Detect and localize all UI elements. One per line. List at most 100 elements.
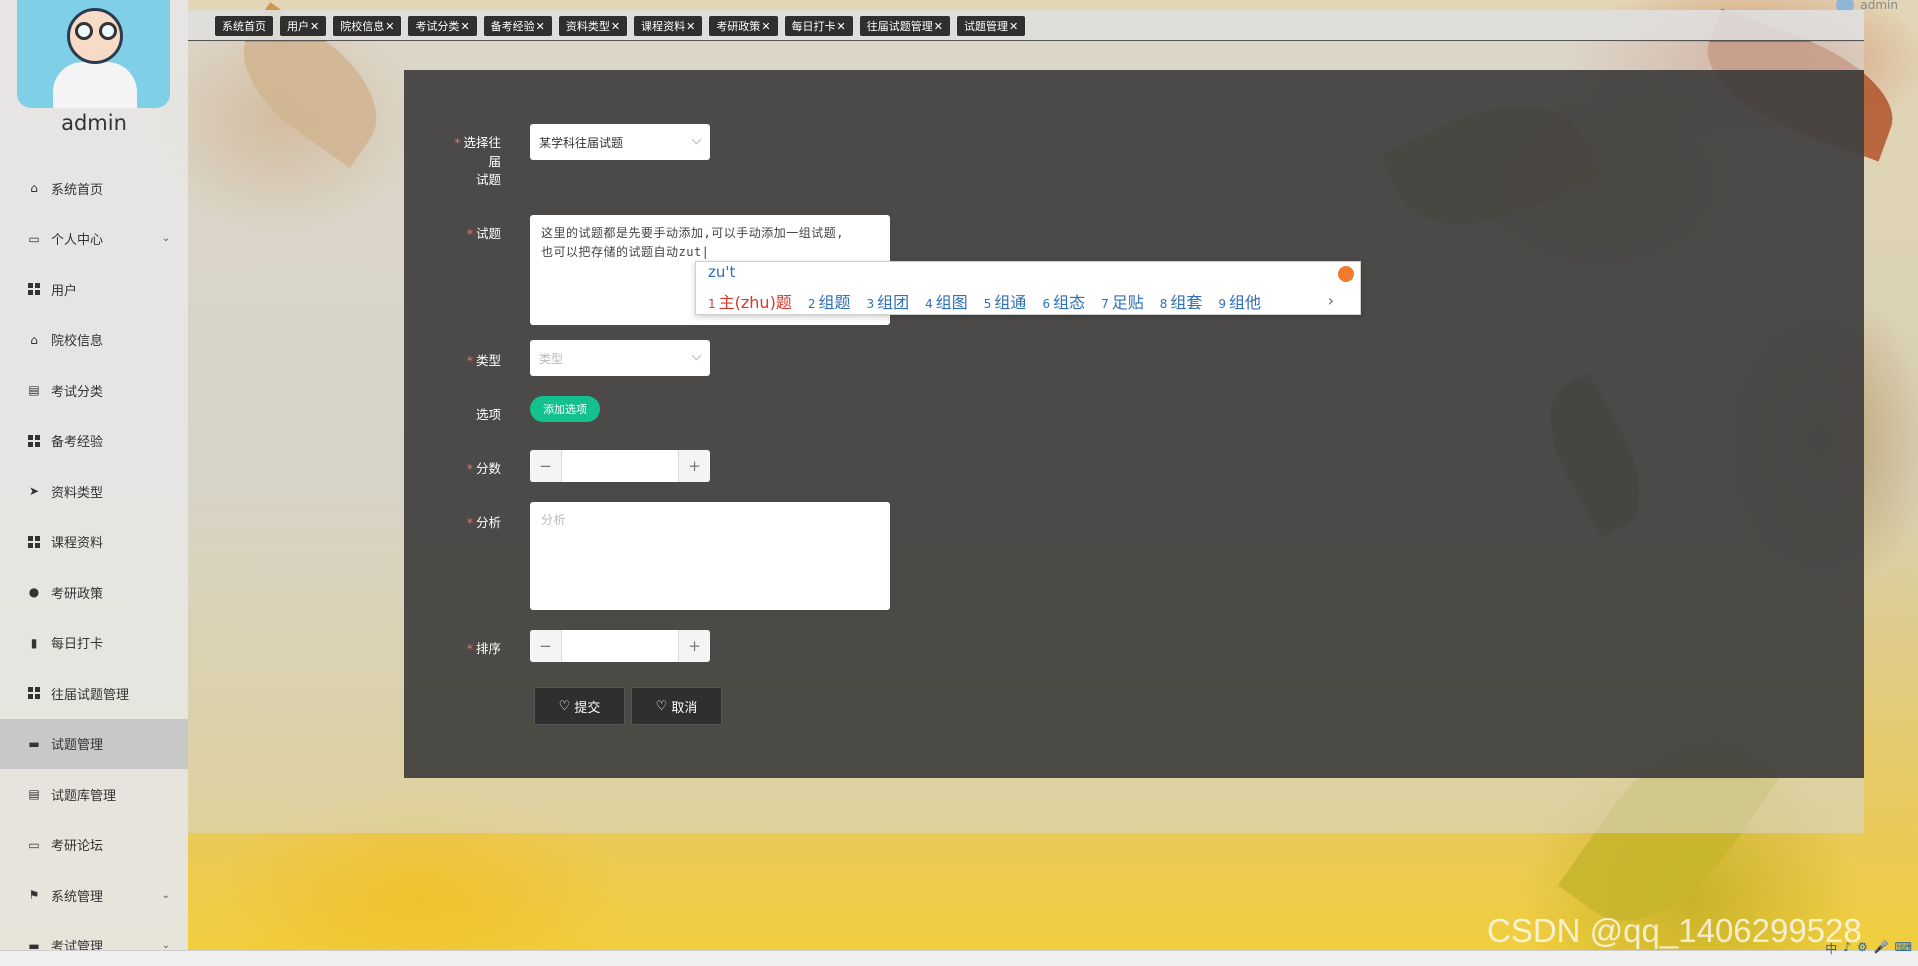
cancel-button[interactable]: ♡ 取消 [631, 687, 722, 725]
increment-button[interactable]: + [678, 450, 710, 482]
tray-icon[interactable]: ♪ [1843, 940, 1851, 957]
ime-candidate-window: zu't 1 主(zhu)题 2 组题 3 组团 4 组图 5 组通 6 组态 7 足贴 8 组套 9 组他 › [695, 261, 1361, 315]
order-input[interactable] [562, 630, 678, 662]
ime-candidate[interactable]: 8 组套 [1160, 289, 1203, 313]
ime-candidate[interactable]: 5 组通 [984, 289, 1027, 313]
sidebar-username: admin [61, 111, 127, 135]
score-input[interactable] [562, 450, 678, 482]
sidebar-item[interactable]: 用户 [0, 264, 188, 315]
tab[interactable]: 试题管理 ✕ [956, 16, 1026, 36]
sidebar: admin ⌂ 系统首页 ▭ 个人中心 ⌄ 用户 ⌂ 院校信息 ▤ 考试分类 备考经验 ➤ 资料类型课程… [0, 0, 188, 950]
tab[interactable]: 备考经验 ✕ [483, 16, 552, 36]
sidebar-item-label: 试题管理 [51, 738, 104, 754]
ime-candidate[interactable]: 4 组图 [925, 289, 968, 313]
tab[interactable]: 考研政策 ✕ [709, 16, 778, 36]
tray-icon[interactable]: 🎤 [1874, 940, 1889, 957]
options-label: 选项 [475, 407, 501, 422]
ime-next-page-button[interactable]: › [1328, 291, 1334, 310]
sidebar-item[interactable]: 备考经验 [0, 416, 188, 467]
person-icon: ● [28, 585, 40, 600]
order-stepper[interactable]: − + [530, 630, 710, 662]
sidebar-item[interactable]: ▭ 个人中心 ⌄ [0, 214, 188, 265]
tab[interactable]: 系统首页 [215, 16, 273, 36]
sidebar-item[interactable]: ⌂ 系统首页 [0, 163, 188, 214]
book-icon: ▮ [30, 635, 38, 650]
ime-candidate[interactable]: 2 组题 [808, 289, 851, 313]
analysis-label: * 分析 [466, 515, 501, 530]
sidebar-item[interactable]: ▭ 考研论坛 [0, 820, 188, 871]
sidebar-item-label: 考研政策 [51, 586, 104, 602]
increment-button[interactable]: + [678, 630, 710, 662]
tab[interactable]: 往届试题管理 ✕ [859, 16, 950, 36]
tab[interactable]: 资料类型 ✕ [558, 16, 628, 36]
close-icon[interactable]: ✕ [837, 20, 846, 33]
horizontal-scrollbar[interactable] [0, 950, 1918, 966]
sidebar-item[interactable]: ➤ 资料类型 [0, 466, 188, 517]
add-option-button[interactable]: 添加选项 [530, 396, 600, 422]
chat-icon: ▬ [28, 938, 40, 950]
heart-icon: ♡ [558, 698, 571, 714]
sidebar-item[interactable]: 往届试题管理 [0, 668, 188, 719]
decrement-button[interactable]: − [530, 450, 562, 482]
analysis-textarea[interactable]: 分析 [530, 502, 890, 610]
top-username: admin [1860, 0, 1898, 12]
sidebar-item[interactable]: ▮ 每日打卡 [0, 618, 188, 669]
sidebar-item[interactable]: ⚑ 系统管理 ⌄ [0, 870, 188, 921]
tab[interactable]: 院校信息 ✕ [333, 16, 402, 36]
close-icon[interactable]: ✕ [686, 20, 695, 33]
flag-icon: ⚑ [28, 888, 40, 903]
ime-logo-icon [1338, 266, 1354, 282]
ime-candidate[interactable]: 1 主(zhu)题 [708, 289, 792, 313]
ime-candidate[interactable]: 3 组团 [866, 289, 909, 313]
past-exam-select[interactable]: 某学科往届试题 [530, 124, 710, 160]
sidebar-item-label: 用户 [51, 283, 78, 299]
sidebar-menu: ⌂ 系统首页 ▭ 个人中心 ⌄ 用户 ⌂ 院校信息 ▤ 考试分类 备考经验 ➤ 资料类型课程资料 ● 考研政… [0, 163, 188, 950]
close-icon[interactable]: ✕ [460, 20, 469, 33]
tray-icon[interactable]: ⌨ [1895, 940, 1912, 957]
chevron-down-icon [691, 350, 702, 361]
question-label: * 试题 [466, 226, 501, 241]
calendar-icon: ▭ [28, 231, 40, 246]
close-icon[interactable]: ✕ [310, 20, 319, 33]
avatar[interactable] [17, 0, 170, 108]
sidebar-item[interactable]: ▤ 试题库管理 [0, 769, 188, 820]
briefcase-icon: ▭ [28, 837, 40, 852]
ime-candidate[interactable]: 6 组态 [1042, 289, 1085, 313]
close-icon[interactable]: ✕ [385, 20, 394, 33]
close-icon[interactable]: ✕ [934, 20, 943, 33]
tab[interactable]: 考试分类 ✕ [408, 16, 477, 36]
sidebar-item[interactable]: ▬ 考试管理 ⌄ [0, 921, 188, 950]
tab[interactable]: 课程资料 ✕ [634, 16, 703, 36]
sidebar-item[interactable]: ⌂ 院校信息 [0, 315, 188, 366]
close-icon[interactable]: ✕ [611, 20, 620, 33]
sidebar-item-label: 系统管理 [51, 889, 104, 905]
sidebar-item[interactable]: ▬ 试题管理 [0, 718, 188, 769]
sidebar-item-label: 课程资料 [51, 536, 104, 552]
tray-icon[interactable]: ⚙ [1857, 940, 1868, 957]
sidebar-item[interactable]: ▤ 考试分类 [0, 365, 188, 416]
sidebar-item[interactable]: 课程资料 [0, 517, 188, 568]
close-icon[interactable]: ✕ [1009, 20, 1018, 33]
system-tray: 中 ♪ ⚙ 🎤 ⌨ [1825, 940, 1918, 957]
submit-button[interactable]: ♡ 提交 [534, 687, 625, 725]
ime-pinyin: zu't [708, 263, 736, 281]
watermark: CSDN @qq_1406299528 [1487, 912, 1862, 949]
sidebar-item[interactable]: ● 考研政策 [0, 567, 188, 618]
sidebar-item-label: 往届试题管理 [51, 687, 130, 703]
type-label: * 类型 [466, 353, 501, 368]
score-stepper[interactable]: − + [530, 450, 710, 482]
tab[interactable]: 每日打卡 ✕ [784, 16, 853, 36]
score-label: * 分数 [466, 461, 501, 476]
close-icon[interactable]: ✕ [761, 20, 770, 33]
tray-icon[interactable]: 中 [1825, 940, 1837, 957]
order-label: * 排序 [466, 641, 501, 656]
sidebar-item-label: 考试分类 [51, 384, 104, 400]
sidebar-item-label: 院校信息 [51, 334, 104, 350]
decrement-button[interactable]: − [530, 630, 562, 662]
type-select[interactable]: 类型 [530, 340, 710, 376]
grid-icon [27, 434, 41, 448]
ime-candidate[interactable]: 7 足贴 [1101, 289, 1144, 313]
close-icon[interactable]: ✕ [536, 20, 545, 33]
tab[interactable]: 用户 ✕ [280, 16, 327, 36]
ime-candidate[interactable]: 9 组他 [1218, 289, 1261, 313]
